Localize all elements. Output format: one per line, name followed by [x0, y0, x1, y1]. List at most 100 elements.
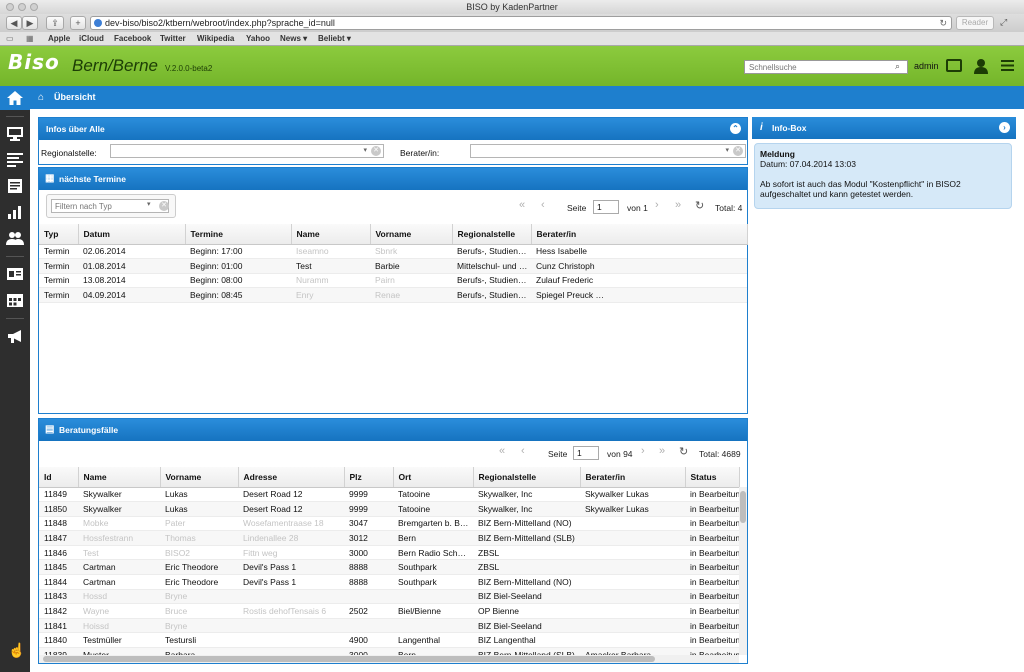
column-header-id[interactable]: Id: [39, 467, 79, 488]
column-header-termine[interactable]: Termine: [185, 224, 292, 245]
bookmark-wikipedia[interactable]: Wikipedia: [197, 32, 234, 46]
column-header-plz[interactable]: Plz: [344, 467, 394, 488]
sidebar-toggle-icon[interactable]: ⤢: [1000, 17, 1014, 29]
sidebar-item-list[interactable]: [0, 148, 30, 172]
table-row[interactable]: 11845 Cartman Eric Theodore Devil's Pass 18…: [39, 559, 739, 576]
previous-page-icon[interactable]: ‹: [541, 199, 545, 211]
id-card-icon[interactable]: [946, 59, 962, 72]
close-window-icon[interactable]: [6, 3, 14, 11]
bookmark-twitter[interactable]: Twitter: [160, 32, 186, 46]
sidebar-item-statistics[interactable]: [0, 200, 30, 224]
page-number-input[interactable]: 1: [573, 446, 599, 460]
regionalstelle-select[interactable]: ▾ ✕: [110, 144, 384, 158]
table-row[interactable]: 11846 Test BISO2 Fittn weg 3000 Bern Radio Sc…: [39, 545, 739, 561]
refresh-icon[interactable]: ↻: [695, 199, 704, 212]
column-header-vorname[interactable]: Vorname: [160, 467, 239, 488]
reload-icon[interactable]: ↻: [939, 17, 947, 29]
table-cell: Termin: [39, 244, 78, 260]
table-row[interactable]: 11849 Skywalker Lukas Desert Road 12 9999 Tat…: [39, 487, 739, 503]
bookmark-facebook[interactable]: Facebook: [114, 32, 151, 46]
home-icon[interactable]: ⌂: [38, 86, 44, 109]
scrollbar-thumb[interactable]: [740, 491, 746, 523]
table-row[interactable]: 11840 Testmüller Testursli 4900 Langenthal BI…: [39, 632, 739, 649]
column-header-ort[interactable]: Ort: [393, 467, 474, 488]
table-row[interactable]: 11850 Skywalker Lukas Desert Road 12 9999 Tat…: [39, 501, 739, 517]
last-page-icon[interactable]: »: [675, 199, 681, 211]
table-row[interactable]: 11844 Cartman Eric Theodore Devil's Pass 18…: [39, 574, 739, 590]
user-profile-icon[interactable]: [974, 58, 988, 76]
clear-icon[interactable]: ✕: [371, 146, 381, 156]
bookmark-icloud[interactable]: iCloud: [79, 32, 104, 46]
table-row[interactable]: 11847 Hossfestrann Thomas Lindenallee 28 301…: [39, 530, 739, 546]
collapse-right-icon[interactable]: ›: [999, 122, 1010, 133]
table-row[interactable]: Termin 04.09.2014 Beginn: 08:45 Enry Renae Be…: [39, 287, 747, 303]
chevron-down-icon[interactable]: ▾: [363, 146, 367, 154]
forward-icon[interactable]: ▶: [22, 16, 38, 30]
last-page-icon[interactable]: »: [659, 445, 665, 457]
column-header-berater-in[interactable]: Berater/in: [531, 224, 748, 245]
berater-select[interactable]: ▾ ✕: [470, 144, 746, 158]
back-icon[interactable]: ◀: [6, 16, 22, 30]
column-header-berater-in[interactable]: Berater/in: [580, 467, 686, 488]
table-cell: [580, 618, 685, 634]
top-sites-icon[interactable]: ▦: [26, 32, 34, 46]
minimize-window-icon[interactable]: [18, 3, 26, 11]
refresh-icon[interactable]: ↻: [679, 445, 688, 458]
address-bar[interactable]: dev-biso/biso2/ktbern/webroot/index.php?…: [90, 16, 952, 30]
column-header-regionalstelle[interactable]: Regionalstelle: [473, 467, 581, 488]
user-name[interactable]: admin: [914, 61, 939, 71]
next-page-icon[interactable]: ›: [641, 445, 645, 457]
window-titlebar: BISO by KadenPartner: [0, 0, 1024, 14]
reader-button[interactable]: Reader: [956, 16, 994, 30]
sidebar-item-announcements[interactable]: [0, 324, 30, 348]
sidebar-item-monitor[interactable]: [0, 122, 30, 146]
sidebar-item-cards[interactable]: [0, 262, 30, 286]
sidebar-item-users[interactable]: [0, 226, 30, 250]
column-header-name[interactable]: Name: [78, 467, 161, 488]
sidebar-item-home[interactable]: [0, 86, 30, 110]
bookmark-yahoo[interactable]: Yahoo: [246, 32, 270, 46]
table-row[interactable]: 11841 Hoissd Bryne BIZ Biel-Seeland in Bearb…: [39, 618, 739, 634]
table-row[interactable]: 11842 Wayne Bruce Rostis dehofTensais 6 2502…: [39, 603, 739, 619]
previous-page-icon[interactable]: ‹: [521, 445, 525, 457]
first-page-icon[interactable]: «: [499, 445, 505, 457]
table-row[interactable]: Termin 01.08.2014 Beginn: 01:00 Test Barbie M…: [39, 258, 747, 274]
share-icon[interactable]: ⇪: [46, 16, 64, 30]
bookmark-news[interactable]: News ▾: [280, 32, 307, 46]
next-page-icon[interactable]: ›: [655, 199, 659, 211]
scrollbar-thumb[interactable]: [43, 656, 655, 662]
table-row[interactable]: 11848 Mobke Pater Wosefamentraase 18 3047 Bre…: [39, 516, 739, 532]
table-row[interactable]: 11843 Hossd Bryne BIZ Biel-Seeland in Bearbe…: [39, 589, 739, 605]
clear-icon[interactable]: ✕: [159, 201, 169, 211]
chevron-down-icon[interactable]: ▾: [725, 146, 729, 154]
table-cell: in Bearbeitun: [685, 632, 739, 649]
zoom-window-icon[interactable]: [30, 3, 38, 11]
collapse-up-icon[interactable]: ⌃: [730, 123, 741, 134]
quick-search-input[interactable]: [744, 60, 908, 74]
column-header-vorname[interactable]: Vorname: [370, 224, 453, 245]
column-header-datum[interactable]: Datum: [78, 224, 186, 245]
first-page-icon[interactable]: «: [519, 199, 525, 211]
column-header-regionalstelle[interactable]: Regionalstelle: [452, 224, 532, 245]
chevron-down-icon[interactable]: ▾: [147, 200, 151, 208]
sidebar-item-calendar[interactable]: [0, 288, 30, 312]
search-icon[interactable]: ⌕: [895, 61, 900, 72]
reading-list-icon[interactable]: ▭: [6, 32, 14, 46]
new-tab-icon[interactable]: +: [70, 16, 86, 30]
column-header-status[interactable]: Status: [685, 467, 740, 488]
menu-icon[interactable]: [1001, 60, 1014, 73]
column-header-name[interactable]: Name: [291, 224, 371, 245]
bookmark-beliebt[interactable]: Beliebt ▾: [318, 32, 351, 46]
clear-icon[interactable]: ✕: [733, 146, 743, 156]
bookmark-apple[interactable]: Apple: [48, 32, 70, 46]
page-number-input[interactable]: 1: [593, 200, 619, 214]
filter-type-input[interactable]: [51, 199, 169, 213]
table-row[interactable]: Termin 13.08.2014 Beginn: 08:00 Nuramm Pairn…: [39, 273, 747, 289]
vertical-scrollbar[interactable]: [739, 487, 747, 655]
column-header-adresse[interactable]: Adresse: [238, 467, 345, 488]
table-cell: Mobke: [78, 516, 160, 532]
column-header-typ[interactable]: Typ: [39, 224, 79, 245]
table-row[interactable]: Termin 02.06.2014 Beginn: 17:00 Iseamno Sbnr…: [39, 244, 747, 260]
horizontal-scrollbar[interactable]: [39, 655, 739, 663]
sidebar-item-document[interactable]: [0, 174, 30, 198]
